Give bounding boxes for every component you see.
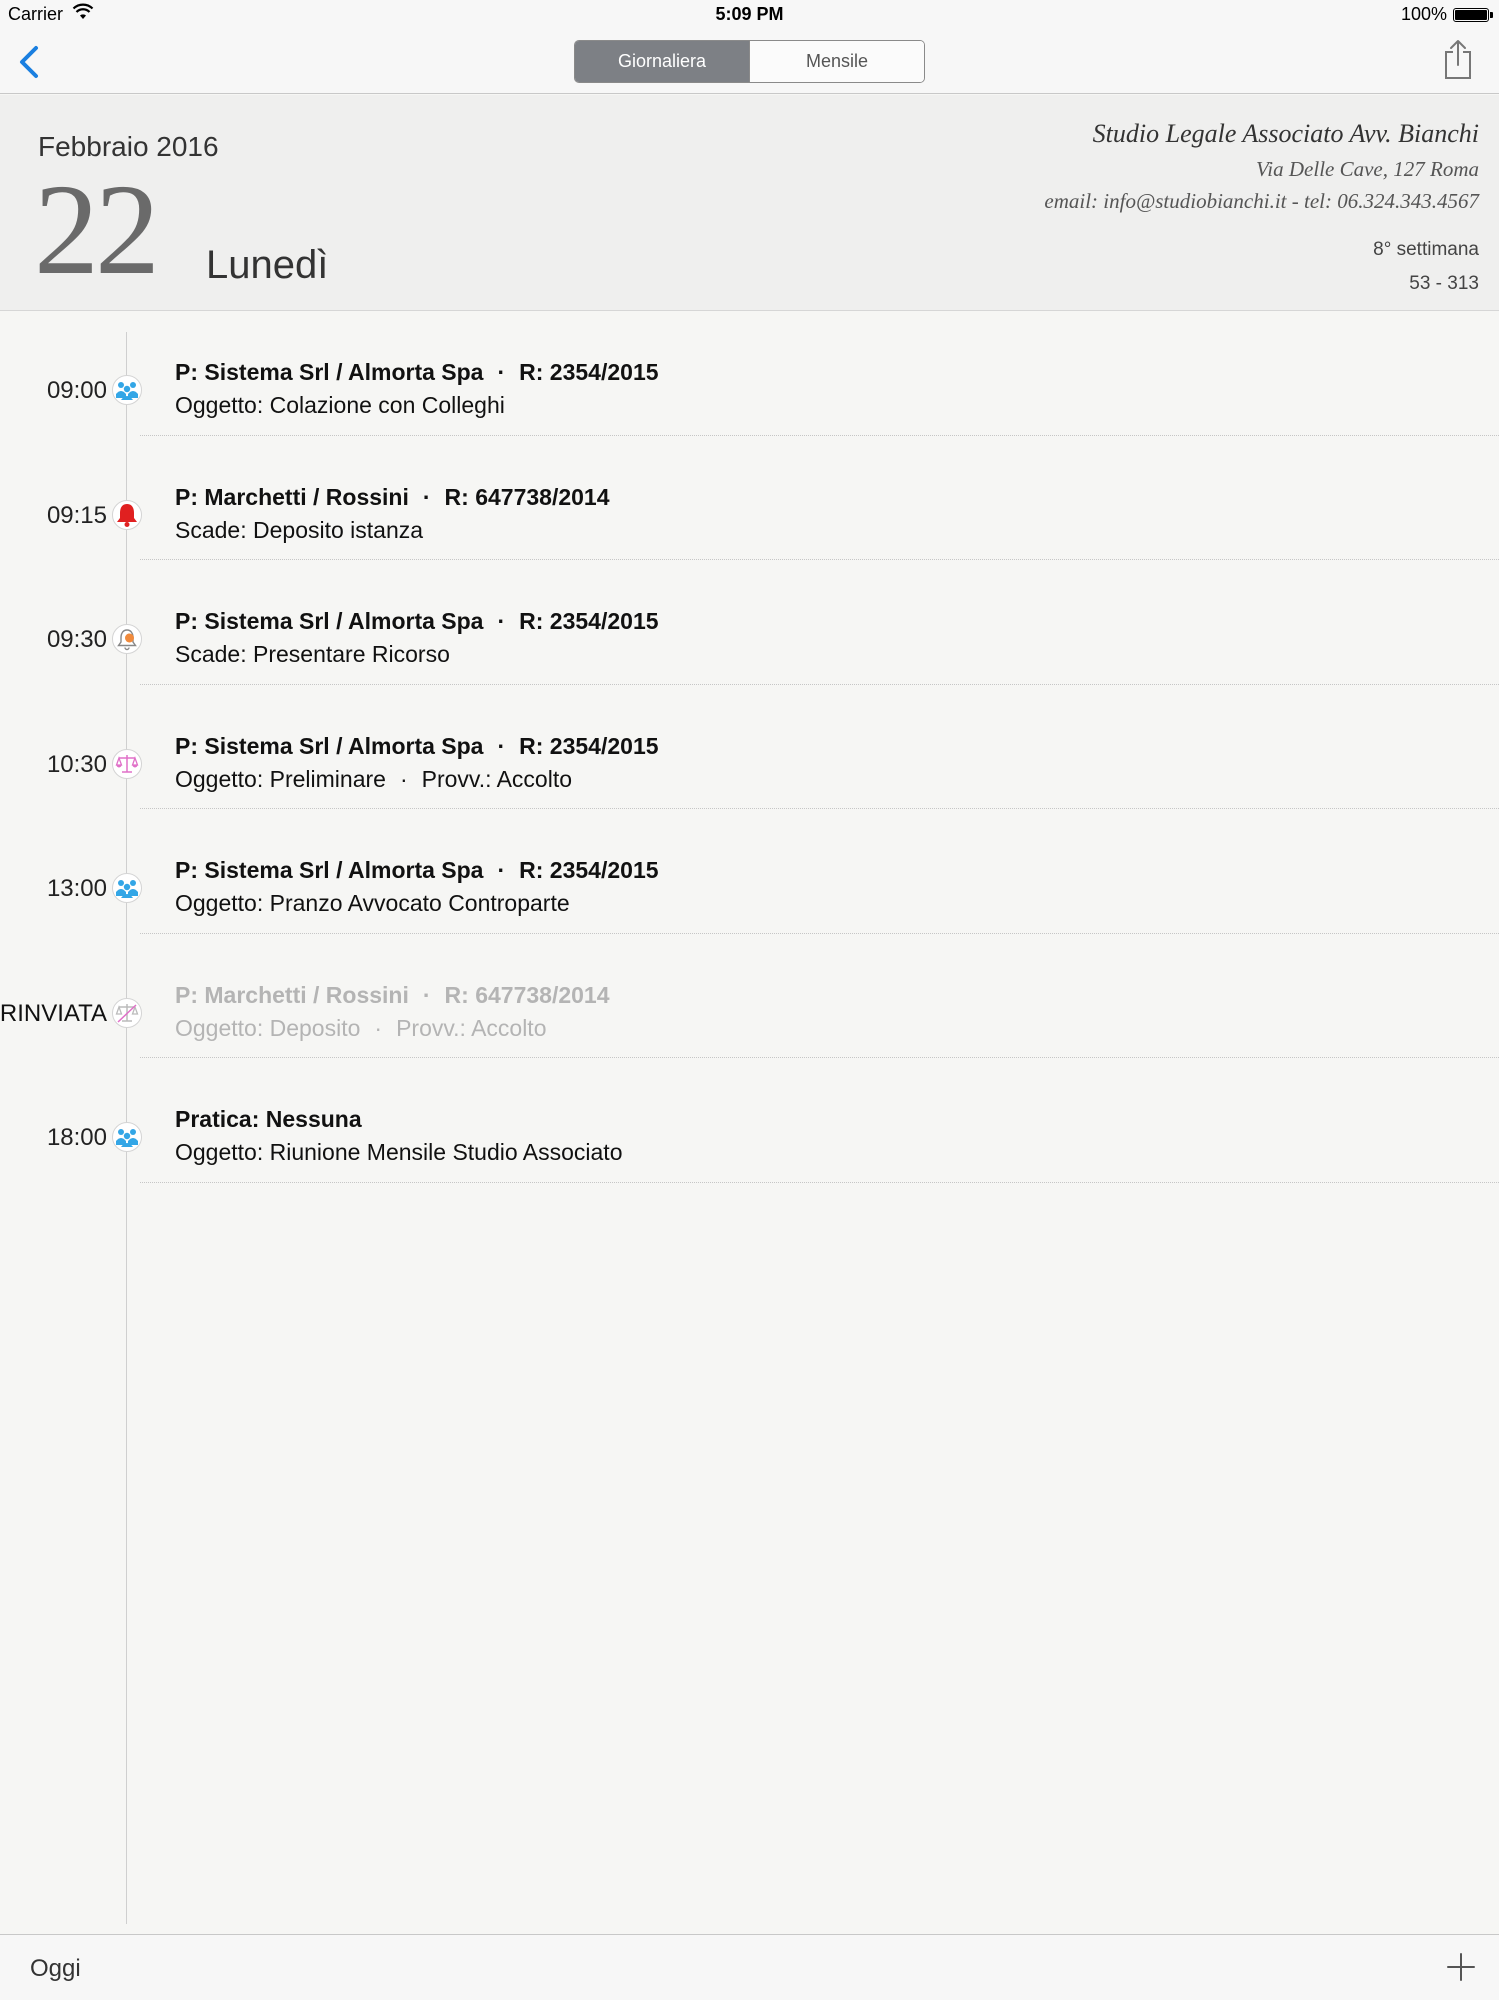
event-row[interactable]: 09:00 P: Sistema Srl / Almorta Spa · R: 235… [0,311,1499,436]
separator-dot: · [497,857,506,883]
event-time: 13:00 [46,875,107,902]
separator-dot: · [497,608,506,634]
event-time: 10:30 [46,750,107,778]
navigation-bar: Giornaliera Mensile [0,30,1499,94]
battery-percent: 100% [1400,4,1447,24]
event-title: Pratica: Nessuna [175,1106,362,1133]
event-text-part: R: 2354/2015 [519,857,659,883]
add-plus-icon[interactable] [1445,1951,1477,1983]
event-text-part: Provv.: Accolto [396,1014,547,1041]
meeting-people-icon [112,1122,142,1152]
event-text-part: R: 2354/2015 [519,359,659,385]
event-text-part: Scade: Deposito istanza [175,516,424,543]
separator-dot: · [422,981,431,1008]
event-text-part: Oggetto: Pranzo Avvocato Controparte [175,890,570,916]
event-row[interactable]: 09:15 P: Marchetti / Rossini · R: 647738/20… [0,436,1499,560]
event-text-part: R: 2354/2015 [519,732,659,759]
segment-giornaliera[interactable]: Giornaliera [575,41,749,82]
event-detail: Oggetto: Deposito · Provv.: Accolto [175,1015,547,1042]
event-time: 09:30 [46,626,107,653]
separator-dot: · [497,359,506,385]
event-text-part: R: 647738/2014 [444,483,610,510]
separator-dot: · [497,732,506,759]
event-text-part: Scade: Presentare Ricorso [175,641,450,667]
event-text-part: P: Sistema Srl / Almorta Spa [175,359,484,385]
event-detail: Oggetto: Preliminare · Provv.: Accolto [175,766,572,793]
event-text-part: P: Marchetti / Rossini [175,981,409,1008]
status-bar: Carrier 5:09 PM 100% [0,0,1499,30]
event-time: 09:00 [46,377,107,404]
bottom-toolbar: Oggi [0,1934,1499,2000]
scales-icon [112,748,142,779]
event-row[interactable]: RINVIATA P: Marchetti / Rossini · R: 647738… [0,934,1499,1058]
event-text-part: Oggetto: Colazione con Colleghi [175,392,505,418]
event-detail: Scade: Deposito istanza [175,517,423,544]
today-button[interactable]: Oggi [30,1955,81,1983]
event-detail: Oggetto: Colazione con Colleghi [175,392,505,419]
event-title: P: Marchetti / Rossini · R: 647738/2014 [175,982,610,1009]
separator-dot: · [399,765,408,792]
event-detail: Scade: Presentare Ricorso [175,641,450,668]
studio-name: Studio Legale Associato Avv. Bianchi [1092,119,1479,148]
event-title: P: Sistema Srl / Almorta Spa · R: 2354/201… [175,733,659,760]
meeting-people-icon [112,375,142,405]
event-row[interactable]: 13:00 P: Sistema Srl / Almorta Spa · R: 235… [0,809,1499,934]
scales-postponed-icon [112,997,142,1028]
week-number-label: 8° settimana [1373,239,1479,260]
event-text-part: Provv.: Accolto [421,765,573,792]
segment-mensile[interactable]: Mensile [749,41,924,82]
event-detail: Oggetto: Pranzo Avvocato Controparte [175,890,570,917]
event-text-part: R: 2354/2015 [519,608,659,634]
event-text-part: Oggetto: Riunione Mensile Studio Associa… [175,1139,623,1165]
event-row[interactable]: 09:30 P: Sistema Srl / Almorta Spa · R: 235… [0,560,1499,685]
event-text-part: P: Sistema Srl / Almorta Spa [175,732,484,759]
event-title: P: Marchetti / Rossini · R: 647738/2014 [175,484,610,511]
event-text-part: R: 647738/2014 [444,981,610,1008]
event-title: P: Sistema Srl / Almorta Spa · R: 2354/201… [175,608,659,635]
event-list: 09:00 P: Sistema Srl / Almorta Spa · R: 235… [0,311,1499,1183]
event-title: P: Sistema Srl / Almorta Spa · R: 2354/201… [175,857,659,884]
event-text-part: P: Marchetti / Rossini [175,483,409,510]
separator-dot: · [374,1014,383,1041]
event-time: RINVIATA [0,999,107,1027]
studio-contact: email: info@studiobianchi.it - tel: 06.3… [1044,189,1479,213]
event-title: P: Sistema Srl / Almorta Spa · R: 2354/201… [175,359,659,386]
event-text-part: P: Sistema Srl / Almorta Spa [175,857,484,883]
event-time: 18:00 [46,1124,107,1151]
orange-bell-icon [112,624,142,654]
event-row[interactable]: 18:00 Pratica: Nessuna Oggetto: Riunione M… [0,1058,1499,1183]
row-divider [140,1181,1499,1183]
event-row[interactable]: 10:30 P: Sistema Srl / Almorta Spa · R: 235… [0,685,1499,809]
event-text-part: Oggetto: Deposito [175,1014,361,1041]
event-detail: Oggetto: Riunione Mensile Studio Associa… [175,1139,623,1166]
weekday-label: Lunedì [206,243,329,287]
battery-icon [1453,8,1493,22]
day-of-year-count: 53 - 313 [1409,273,1479,294]
meeting-people-icon [112,873,142,903]
day-number: 22 [34,158,160,302]
event-time: 09:15 [46,501,107,529]
red-bell-icon [112,499,142,530]
share-icon[interactable] [1441,38,1475,82]
view-mode-segmented-control: Giornaliera Mensile [574,40,925,83]
event-text-part: Pratica: Nessuna [175,1106,362,1132]
event-text-part: P: Sistema Srl / Almorta Spa [175,608,484,634]
separator-dot: · [422,483,431,510]
day-header: Febbraio 2016 22 Lunedì Studio Legale As… [0,95,1499,311]
back-chevron-icon[interactable] [12,42,46,82]
studio-address: Via Delle Cave, 127 Roma [1256,157,1479,181]
clock-time: 5:09 PM [715,4,784,24]
event-text-part: Oggetto: Preliminare [175,765,386,792]
